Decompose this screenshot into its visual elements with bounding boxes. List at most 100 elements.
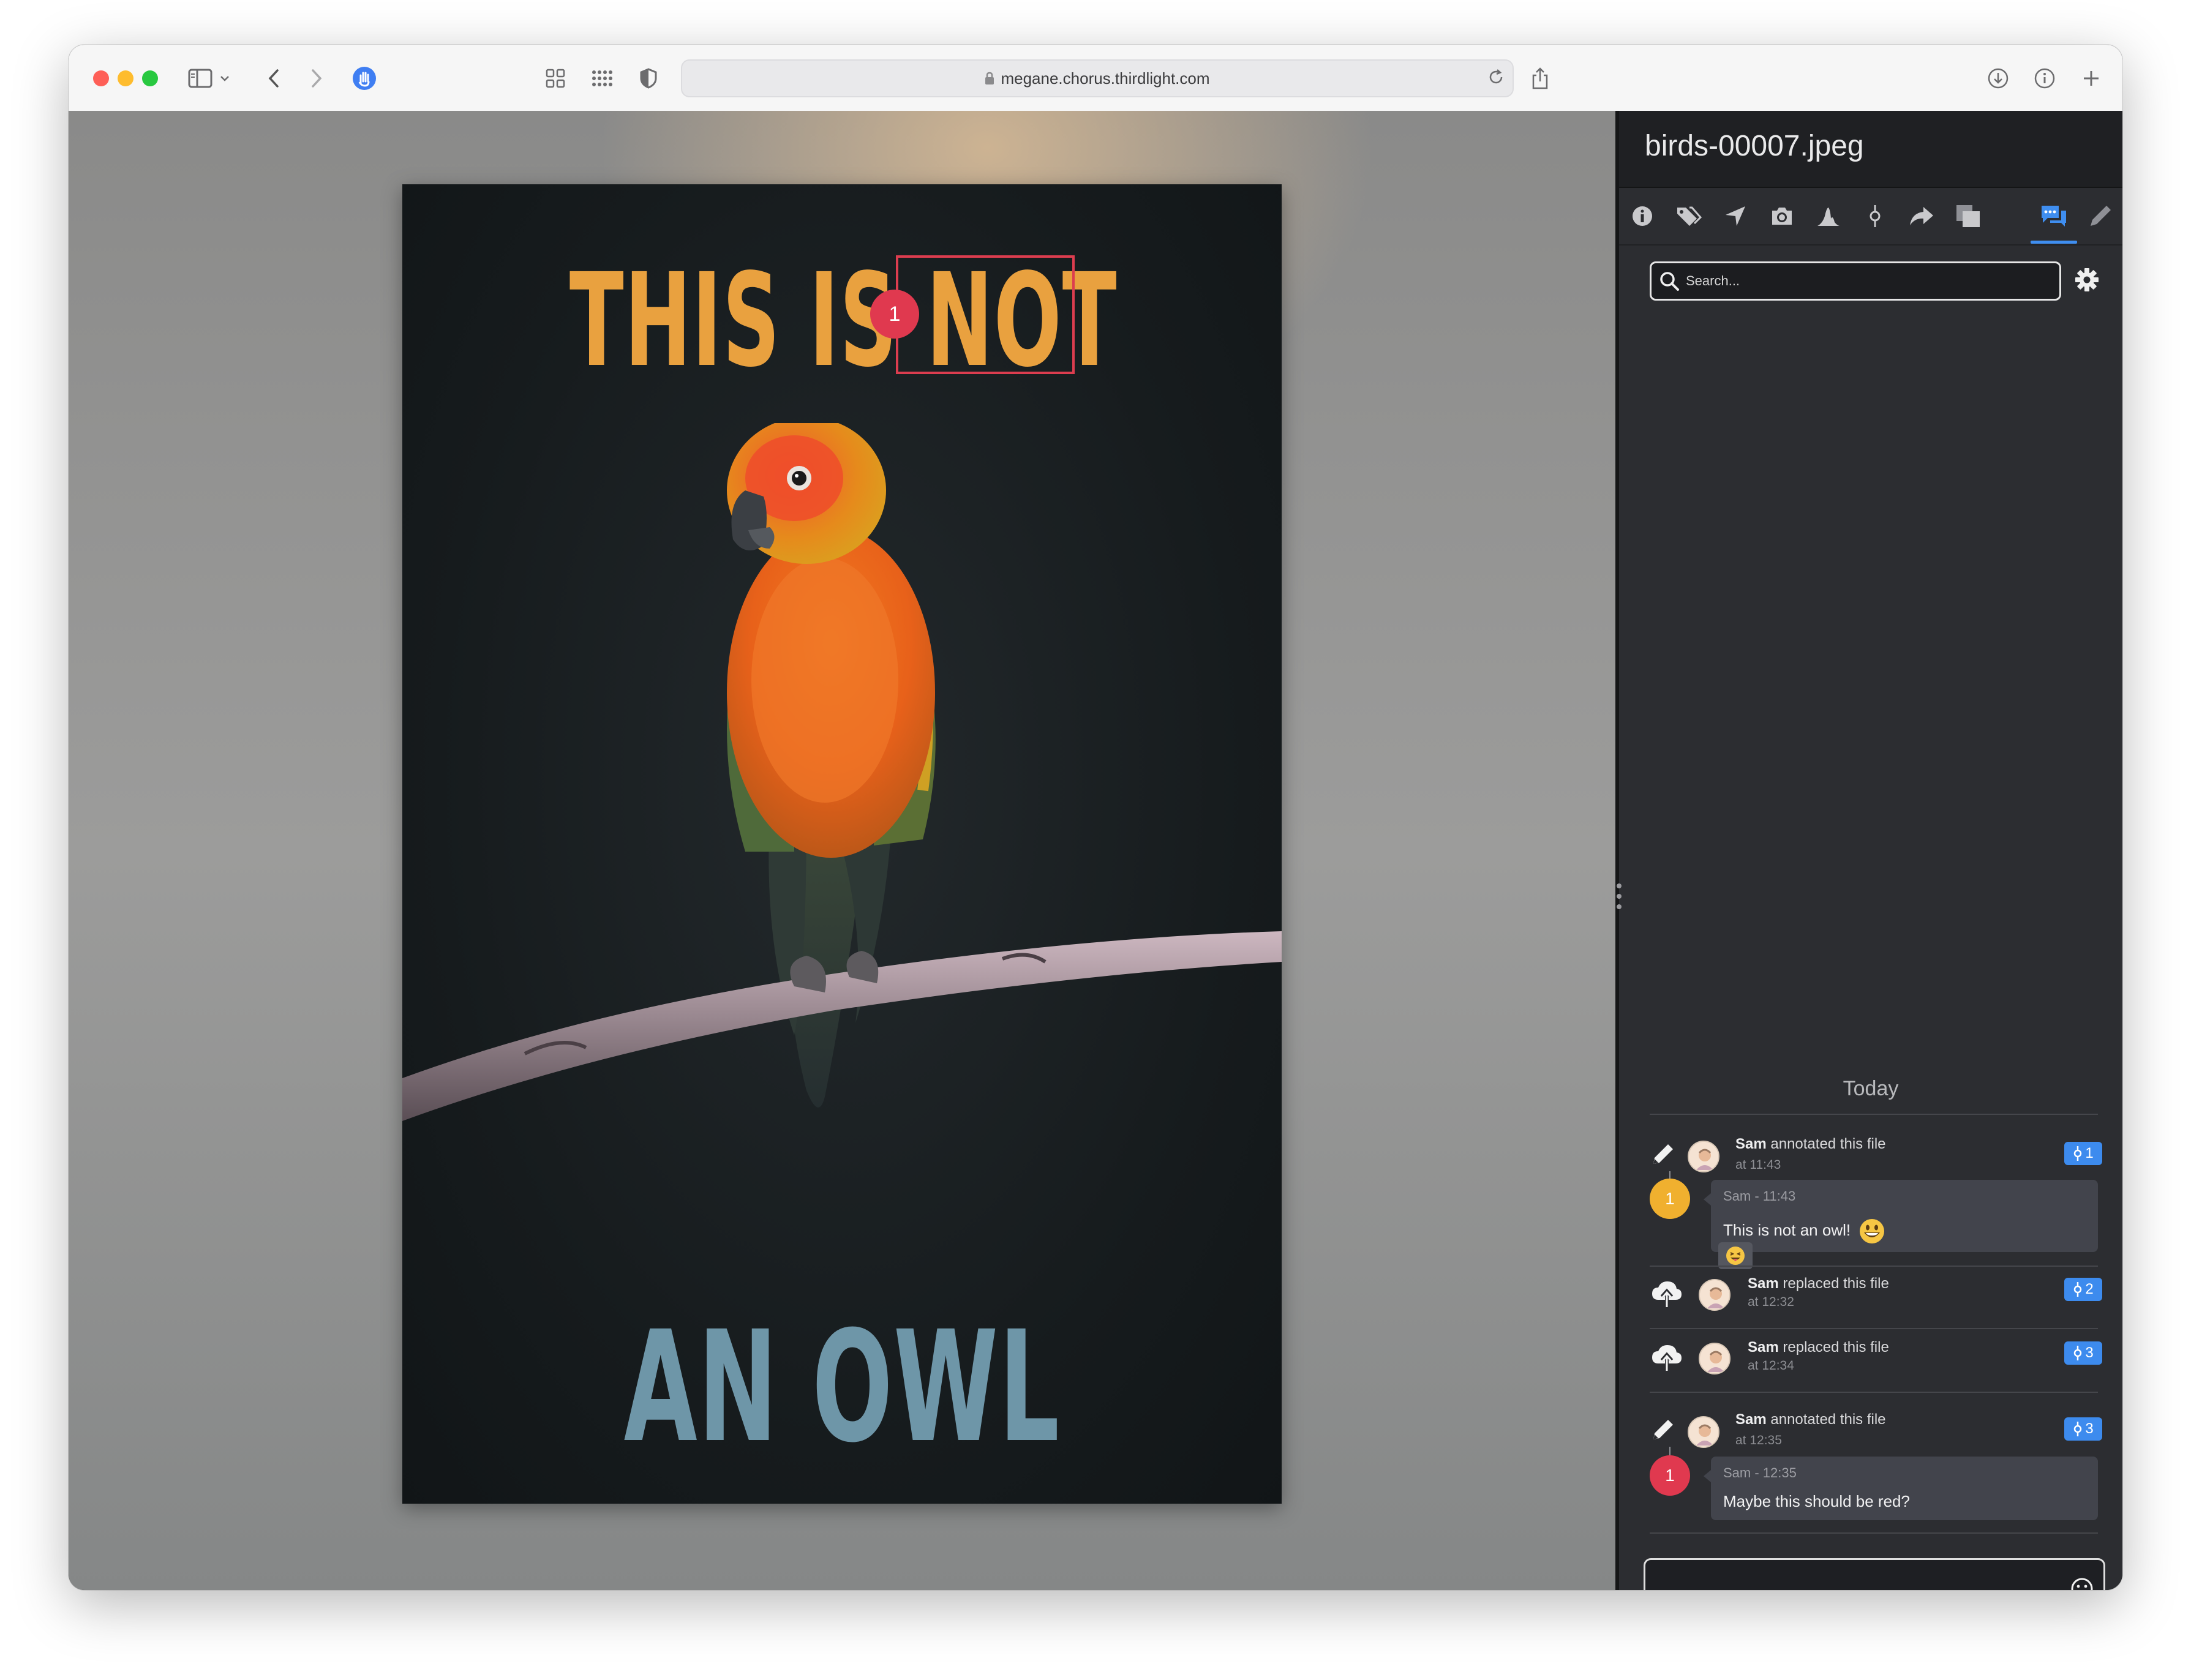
version-commit-icon xyxy=(2074,1346,2082,1360)
info-icon[interactable] xyxy=(2029,63,2060,94)
annotation-box[interactable] xyxy=(896,255,1075,374)
tab-annotate[interactable] xyxy=(2083,199,2118,233)
version-number: 1 xyxy=(2085,1145,2094,1161)
emoji-picker-icon[interactable] xyxy=(2070,1577,2094,1590)
version-commit-icon xyxy=(1870,205,1881,227)
version-commit-icon xyxy=(2074,1146,2082,1161)
event-action: replaced this file xyxy=(1783,1275,1889,1292)
version-number: 3 xyxy=(2085,1420,2094,1437)
annotation-marker[interactable]: 1 xyxy=(870,290,919,339)
tab-camera[interactable] xyxy=(1765,199,1799,233)
parrot-illustration xyxy=(402,423,1282,1121)
comment-composer[interactable] xyxy=(1644,1558,2105,1590)
search-field[interactable] xyxy=(1650,261,2061,301)
sidebar-tabs xyxy=(1619,188,2122,246)
search-input[interactable] xyxy=(1680,272,2059,290)
grinning-emoji-icon xyxy=(1860,1219,1885,1243)
cloud-upload-icon xyxy=(1651,1279,1683,1311)
event-user: Sam xyxy=(1735,1136,1767,1152)
minimize-window-button[interactable] xyxy=(118,70,133,86)
event-action: replaced this file xyxy=(1783,1339,1889,1356)
histogram-icon xyxy=(1817,208,1840,226)
new-tab-icon[interactable] xyxy=(2076,63,2106,94)
avatar xyxy=(1699,1279,1731,1311)
file-sidebar: birds-00007.jpeg Search... Today Sam ann… xyxy=(1615,111,2122,1590)
comment-bubble[interactable]: Sam - 11:43 This is not an owl! xyxy=(1704,1180,2098,1252)
privacy-shield-icon[interactable] xyxy=(633,63,664,94)
event-time: at 12:35 xyxy=(1735,1433,1782,1447)
browser-toolbar: megane.chorus.thirdlight.com xyxy=(69,45,2122,112)
sidebar-toggle-icon[interactable] xyxy=(185,63,216,94)
tags-icon xyxy=(1677,206,1702,226)
reload-icon[interactable] xyxy=(1487,68,1505,91)
version-badge[interactable]: 1 xyxy=(2064,1142,2102,1165)
tab-overview-icon[interactable] xyxy=(540,63,571,94)
event-user: Sam xyxy=(1748,1339,1779,1356)
divider xyxy=(1650,1266,2098,1267)
event-user: Sam xyxy=(1735,1411,1767,1428)
file-title: birds-00007.jpeg xyxy=(1645,130,1864,162)
version-commit-icon xyxy=(2074,1282,2082,1297)
poster-image[interactable]: THIS IS NOT 1 AN OWL xyxy=(402,184,1282,1504)
comment-text: Maybe this should be red? xyxy=(1723,1492,1910,1510)
tab-info[interactable] xyxy=(1625,199,1659,233)
avatar xyxy=(1688,1416,1719,1448)
apps-grid-icon[interactable] xyxy=(587,63,617,94)
close-window-button[interactable] xyxy=(93,70,109,86)
lock-icon xyxy=(985,72,994,85)
tab-comments[interactable] xyxy=(2037,199,2071,233)
avatar xyxy=(1688,1141,1719,1172)
comment-bubble[interactable]: Sam - 12:35 Maybe this should be red? xyxy=(1704,1457,2098,1520)
duplicates-icon xyxy=(1956,205,1980,227)
image-viewer: THIS IS NOT 1 AN OWL xyxy=(69,111,1615,1590)
comment-marker[interactable]: 1 xyxy=(1650,1455,1690,1496)
browser-window: megane.chorus.thirdlight.com THIS IS NOT… xyxy=(69,45,2122,1590)
version-badge[interactable]: 3 xyxy=(2064,1341,2102,1365)
date-separator: Today xyxy=(1843,1077,1899,1100)
camera-icon xyxy=(1772,208,1792,225)
version-number: 2 xyxy=(2085,1281,2094,1297)
tab-histogram[interactable] xyxy=(1811,199,1846,233)
event-time: at 11:43 xyxy=(1735,1158,1781,1172)
version-badge[interactable]: 2 xyxy=(2064,1278,2102,1301)
pencil-icon xyxy=(1651,1142,1675,1169)
tab-share[interactable] xyxy=(1904,199,1939,233)
cloud-upload-icon xyxy=(1651,1343,1683,1375)
comment-text: This is not an owl! xyxy=(1723,1220,1851,1239)
back-icon[interactable] xyxy=(258,63,289,94)
pencil-icon xyxy=(2091,206,2111,226)
version-commit-icon xyxy=(2074,1422,2082,1436)
comments-icon xyxy=(2042,206,2066,227)
gear-icon[interactable] xyxy=(2073,266,2100,296)
comment-input[interactable] xyxy=(1655,1570,2062,1590)
tab-tags[interactable] xyxy=(1672,199,1706,233)
share-icon[interactable] xyxy=(1525,63,1555,94)
downloads-icon[interactable] xyxy=(1983,63,2013,94)
extension-hand-icon[interactable] xyxy=(349,63,380,94)
search-icon xyxy=(1659,271,1680,291)
divider xyxy=(1650,1328,2098,1329)
comment-meta: Sam - 11:43 xyxy=(1723,1188,1796,1204)
event-time: at 12:32 xyxy=(1748,1295,1794,1309)
comment-meta: Sam - 12:35 xyxy=(1723,1465,1797,1480)
divider xyxy=(1650,1392,2098,1393)
resize-handle-icon[interactable] xyxy=(1616,881,1622,912)
tongue-emoji-icon xyxy=(1726,1247,1745,1265)
event-action: annotated this file xyxy=(1770,1136,1886,1152)
active-tab-indicator xyxy=(2031,241,2077,244)
chevron-down-icon[interactable] xyxy=(216,63,234,94)
comment-marker[interactable]: 1 xyxy=(1650,1179,1690,1219)
url-text: megane.chorus.thirdlight.com xyxy=(1001,69,1210,88)
version-number: 3 xyxy=(2085,1344,2094,1361)
info-circle-icon xyxy=(1633,206,1652,226)
tab-versions[interactable] xyxy=(1858,199,1892,233)
divider xyxy=(1650,1114,2098,1115)
zoom-window-button[interactable] xyxy=(142,70,158,86)
forward-icon[interactable] xyxy=(301,63,332,94)
poster-headline-bottom: AN OWL xyxy=(623,1298,1061,1476)
event-time: at 12:34 xyxy=(1748,1359,1794,1373)
address-bar[interactable]: megane.chorus.thirdlight.com xyxy=(681,59,1514,97)
tab-location[interactable] xyxy=(1718,199,1753,233)
tab-duplicates[interactable] xyxy=(1951,199,1985,233)
version-badge[interactable]: 3 xyxy=(2064,1417,2102,1441)
